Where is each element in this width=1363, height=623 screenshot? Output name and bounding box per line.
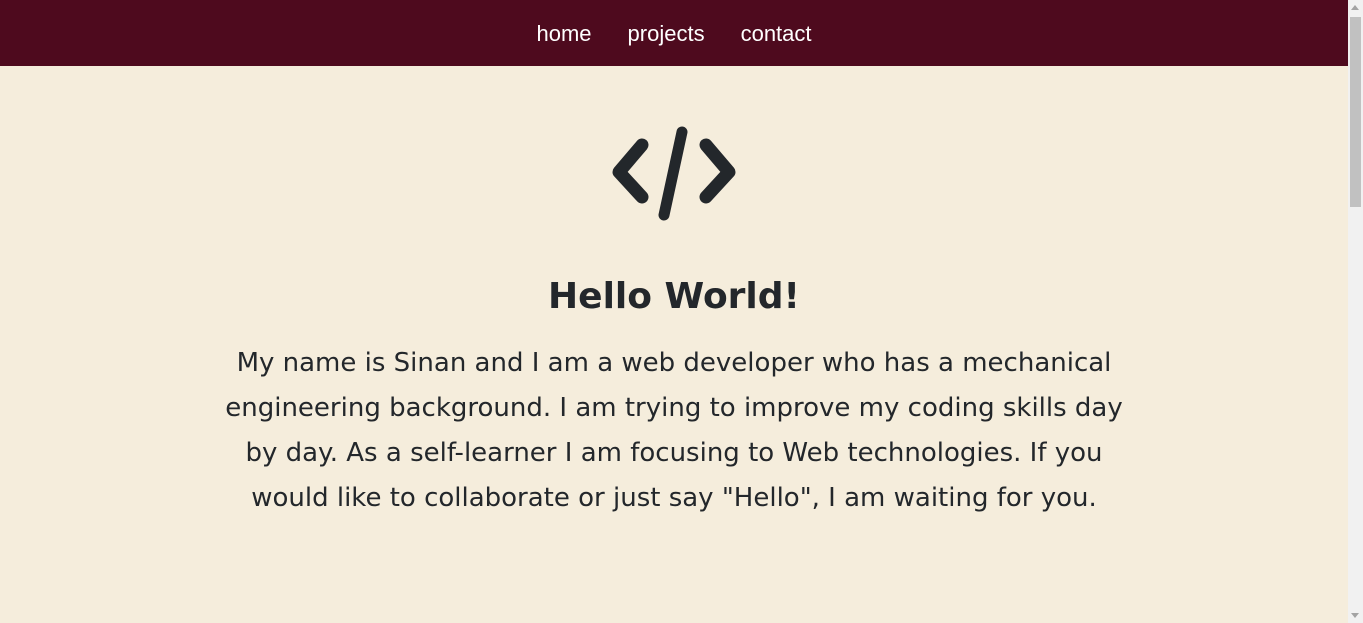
hero-section: Hello World! My name is Sinan and I am a… <box>0 66 1348 623</box>
nav-link-contact[interactable]: contact <box>741 20 812 47</box>
page: home projects contact Hello World! My na… <box>0 0 1363 623</box>
intro-text: My name is Sinan and I am a web develope… <box>225 348 1123 513</box>
code-icon <box>612 126 736 221</box>
scroll-down-icon[interactable] <box>1351 613 1359 618</box>
nav-link-projects[interactable]: projects <box>628 20 705 47</box>
navbar: home projects contact <box>0 0 1348 66</box>
vertical-scrollbar[interactable] <box>1348 0 1363 623</box>
nav-link-home[interactable]: home <box>536 20 591 47</box>
scroll-up-icon[interactable] <box>1351 5 1359 10</box>
scrollbar-thumb[interactable] <box>1350 17 1361 207</box>
page-title: Hello World! <box>548 276 800 317</box>
